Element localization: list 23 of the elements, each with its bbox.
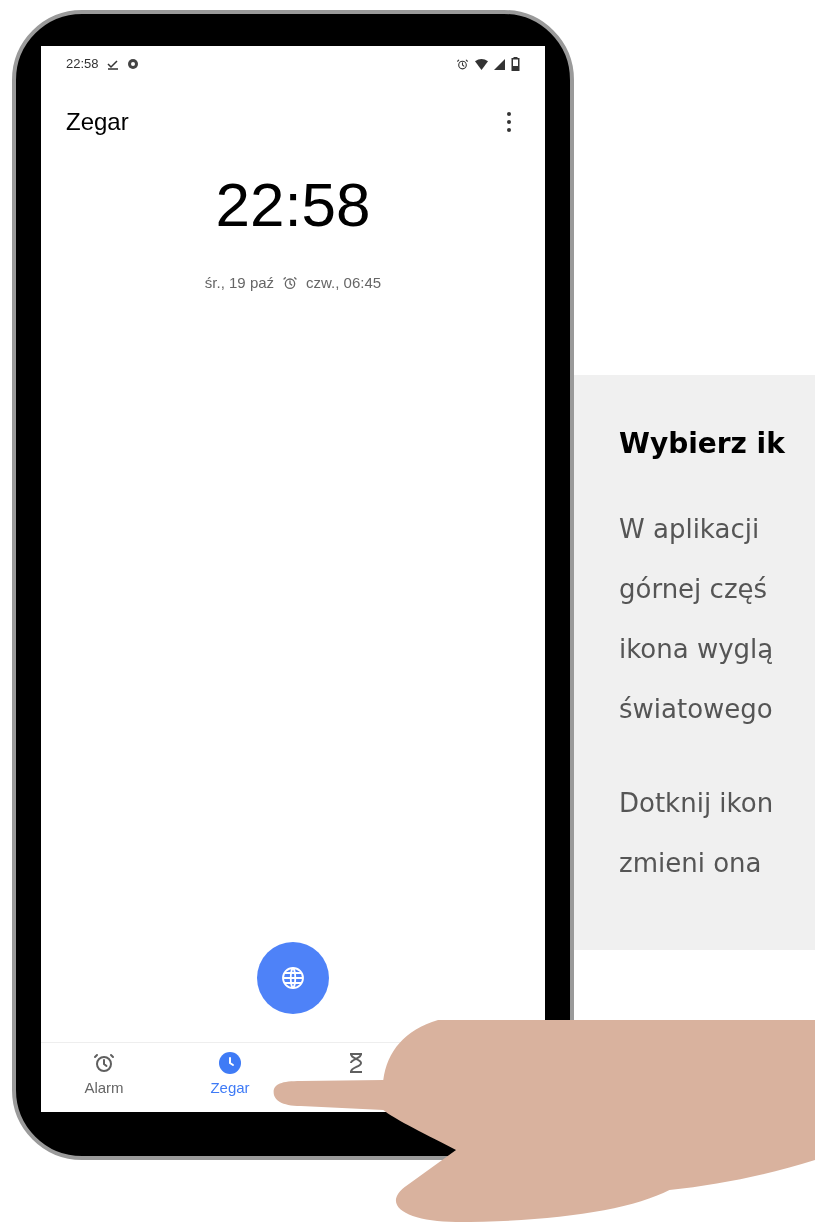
date-text: śr., 19 paź xyxy=(204,273,275,293)
signal-icon xyxy=(494,58,505,70)
app-title: Zegar xyxy=(66,107,129,137)
status-time: 22:58 xyxy=(66,55,99,74)
globe-icon xyxy=(281,966,305,990)
card-text-line: górnej częś xyxy=(619,573,769,606)
nav-tab[interactable]: Alarm xyxy=(80,1051,128,1100)
card-text-line: W aplikacji xyxy=(619,513,761,546)
card-text-line: Dotknij ikon xyxy=(619,787,775,820)
clock-time: 22:58 xyxy=(215,174,371,236)
next-alarm-text: czw., 06:45 xyxy=(306,273,382,293)
card-text-line: zmieni ona xyxy=(619,847,763,880)
download-done-icon xyxy=(106,58,119,70)
card-text-line: ikona wyglą xyxy=(619,633,775,666)
clock-icon xyxy=(218,1051,242,1075)
battery-icon xyxy=(511,57,520,71)
alarm-clock-icon xyxy=(282,275,299,292)
card-title: Wybierz ik xyxy=(619,426,786,462)
alarm-status-icon xyxy=(456,57,469,71)
alarm-clock-icon xyxy=(92,1051,116,1075)
card-text-line: światowego xyxy=(619,693,774,726)
wifi-icon xyxy=(475,58,488,70)
nav-tab[interactable]: Zegar xyxy=(206,1051,254,1100)
